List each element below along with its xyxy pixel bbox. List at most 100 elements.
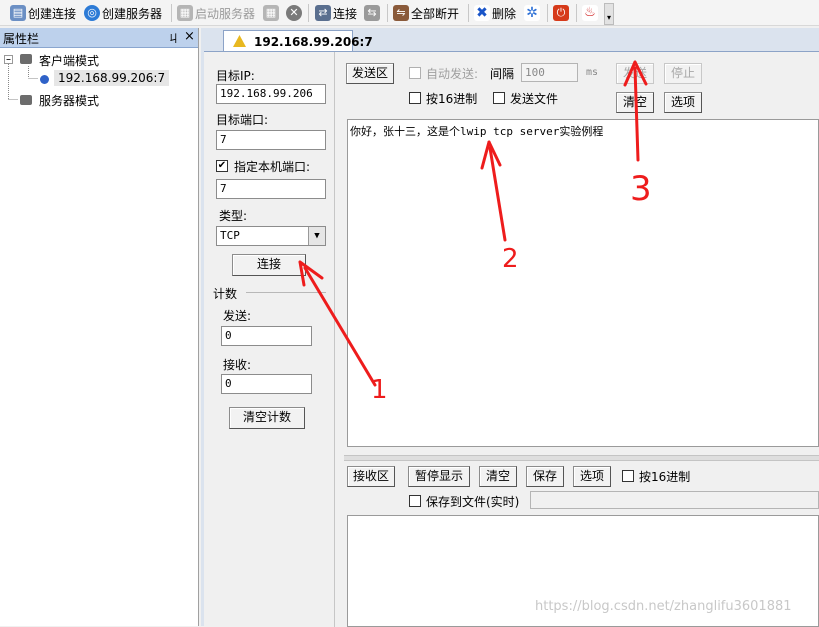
connection-dot-icon <box>40 75 49 84</box>
recv-clear-button[interactable]: 清空 <box>479 466 517 487</box>
create-server-button[interactable]: ◎ 创建服务器 <box>84 3 162 23</box>
target-ip-input[interactable]: 192.168.99.206 <box>216 84 326 104</box>
property-panel: 属性栏 ㄐ × 客户端模式 192.168.99.206:7 服务器模式 <box>0 28 199 626</box>
tab-content: 目标IP: 192.168.99.206 目标端口: 7 ✔ 指定本机端口: 7… <box>204 51 819 627</box>
recv-count-field: 0 <box>221 374 312 394</box>
interval-input[interactable]: 100 <box>521 63 578 82</box>
type-select[interactable]: TCP ▼ <box>216 226 326 246</box>
counter-divider <box>246 292 326 293</box>
panel-title: 属性栏 <box>3 32 40 46</box>
computer-icon <box>20 54 32 64</box>
settings-button[interactable]: ✲ <box>524 3 540 23</box>
close-all-button[interactable]: ✕ <box>286 3 302 23</box>
recv-hex-label: 按16进制 <box>639 470 691 484</box>
connect-label: 连接 <box>333 6 358 21</box>
send-hex-label: 按16进制 <box>426 92 478 106</box>
clear-count-button[interactable]: 清空计数 <box>229 407 305 429</box>
target-port-label: 目标端口: <box>216 113 269 127</box>
tree-connection-item[interactable]: 192.168.99.206:7 <box>54 70 170 86</box>
close-circle-icon: ✕ <box>286 5 302 21</box>
disconnect-all-icon: ⇋ <box>393 5 409 21</box>
toolbar-separator <box>468 4 469 22</box>
send-count-label: 发送: <box>223 309 252 323</box>
connect-button[interactable]: ⇄ 连接 <box>315 3 357 23</box>
send-file-checkbox[interactable] <box>493 92 505 104</box>
send-hex-checkbox[interactable] <box>409 92 421 104</box>
toolbar-overflow-button[interactable]: ▾ <box>604 3 614 25</box>
create-connection-label: 创建连接 <box>28 6 77 21</box>
disconnect-icon: ⇆ <box>364 5 380 21</box>
save-path-field[interactable] <box>530 491 819 509</box>
send-count-field: 0 <box>221 326 312 346</box>
type-select-value: TCP <box>220 229 240 242</box>
send-area-button[interactable]: 发送区 <box>346 63 394 84</box>
panel-header: 属性栏 ㄐ × <box>0 28 198 48</box>
toolbar-separator <box>576 4 577 22</box>
recv-count-label: 接收: <box>223 358 252 372</box>
disconnect-all-label: 全部断开 <box>411 6 460 21</box>
recv-area-button[interactable]: 接收区 <box>347 466 395 487</box>
auto-send-checkbox[interactable] <box>409 67 421 79</box>
main-area: 192.168.99.206:7 目标IP: 192.168.99.206 目标… <box>201 28 819 627</box>
pin-icon[interactable]: ㄐ <box>168 30 179 46</box>
tree-server-mode[interactable]: 服务器模式 <box>39 92 99 109</box>
chevron-down-icon[interactable]: ▼ <box>308 227 325 245</box>
splitter[interactable] <box>344 455 819 461</box>
power-icon: ⏻ <box>553 5 569 21</box>
server-stop-icon: ▦ <box>263 5 279 21</box>
toolbar-separator <box>547 4 548 22</box>
recv-save-button[interactable]: 保存 <box>526 466 564 487</box>
create-connection-button[interactable]: ▤ 创建连接 <box>10 3 76 23</box>
send-button[interactable]: 发送 <box>616 63 654 84</box>
toolbar-separator <box>171 4 172 22</box>
delete-button[interactable]: ✖ 删除 <box>474 3 516 23</box>
tab-label: 192.168.99.206:7 <box>254 34 373 49</box>
disconnect-button[interactable]: ⇆ <box>364 3 380 23</box>
send-textarea[interactable]: 你好，张十三，这是个lwip tcp server实验例程 <box>347 119 819 447</box>
warning-icon <box>233 35 246 47</box>
recv-options-button[interactable]: 选项 <box>573 466 611 487</box>
delete-x-icon: ✖ <box>474 5 490 21</box>
watermark: https://blog.csdn.net/zhanglifu3601881 <box>535 599 792 614</box>
power-button[interactable]: ⏻ <box>553 3 569 23</box>
tab-connection[interactable]: 192.168.99.206:7 <box>223 30 373 52</box>
local-port-input[interactable]: 7 <box>216 179 326 199</box>
help-button[interactable]: ♨ <box>582 3 598 23</box>
interval-unit: ms <box>586 67 599 78</box>
start-server-label: 启动服务器 <box>195 6 256 21</box>
type-label: 类型: <box>219 209 248 223</box>
tree-client-mode[interactable]: 客户端模式 <box>39 52 99 69</box>
local-port-label: 指定本机端口: <box>234 160 311 174</box>
disconnect-all-button[interactable]: ⇋ 全部断开 <box>393 3 459 23</box>
save-to-file-label: 保存到文件(实时) <box>426 495 520 509</box>
server-icon: ▦ <box>177 5 193 21</box>
help-icon: ♨ <box>582 5 598 21</box>
stop-server-button[interactable]: ▦ <box>263 3 279 23</box>
close-icon[interactable]: × <box>184 29 195 44</box>
target-ip-label: 目标IP: <box>216 69 255 83</box>
target-port-input[interactable]: 7 <box>216 130 326 150</box>
interval-label: 间隔 <box>490 67 515 81</box>
start-server-button[interactable]: ▦ 启动服务器 <box>177 3 255 23</box>
computer-icon <box>20 95 32 105</box>
stop-button[interactable]: 停止 <box>664 63 702 84</box>
send-options-button[interactable]: 选项 <box>664 92 702 113</box>
save-to-file-checkbox[interactable] <box>409 495 421 507</box>
recv-hex-checkbox[interactable] <box>622 470 634 482</box>
send-file-label: 发送文件 <box>510 92 559 106</box>
gears-icon: ✲ <box>524 5 540 21</box>
connect-icon: ⇄ <box>315 5 331 21</box>
toolbar: ▤ 创建连接 ◎ 创建服务器 ▦ 启动服务器 ▦ ✕ ⇄ 连接 ⇆ ⇋ 全部断开… <box>0 0 819 26</box>
local-port-checkbox[interactable]: ✔ <box>216 160 228 172</box>
counter-label: 计数 <box>213 287 238 301</box>
column-divider <box>334 52 335 627</box>
globe-icon: ◎ <box>84 5 100 21</box>
auto-send-label: 自动发送: <box>426 67 479 81</box>
create-server-label: 创建服务器 <box>102 6 163 21</box>
send-clear-button[interactable]: 清空 <box>616 92 654 113</box>
send-textarea-content: 你好，张十三，这是个lwip tcp server实验例程 <box>350 125 604 138</box>
toolbar-separator <box>387 4 388 22</box>
delete-label: 删除 <box>492 6 517 21</box>
pause-display-button[interactable]: 暂停显示 <box>408 466 470 487</box>
connect-button[interactable]: 连接 <box>232 254 306 276</box>
